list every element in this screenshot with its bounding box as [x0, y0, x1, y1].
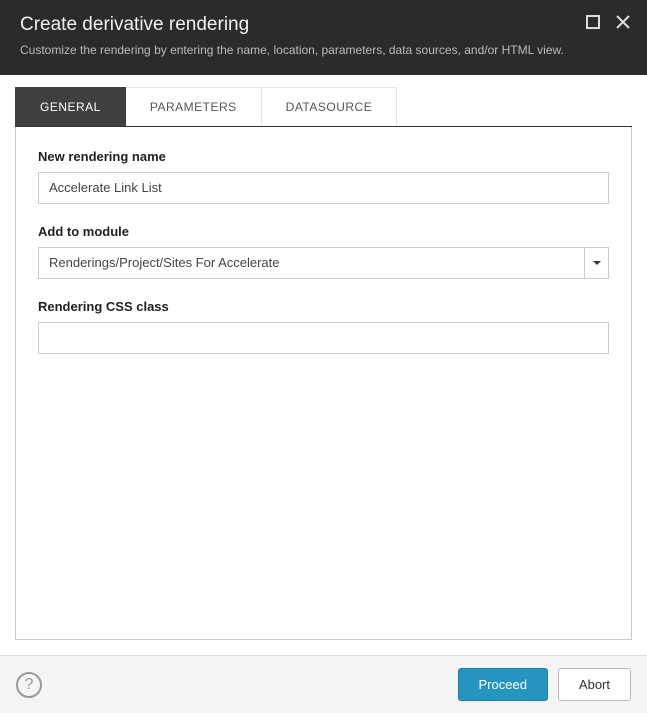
proceed-button[interactable]: Proceed [458, 668, 548, 701]
tab-datasource[interactable]: DATASOURCE [262, 87, 398, 126]
rendering-name-group: New rendering name [38, 149, 609, 204]
rendering-name-label: New rendering name [38, 149, 609, 164]
rendering-name-input[interactable] [38, 172, 609, 204]
module-dropdown [38, 247, 609, 279]
module-input[interactable] [38, 247, 585, 279]
tab-general[interactable]: GENERAL [15, 87, 126, 126]
tab-parameters[interactable]: PARAMETERS [126, 87, 262, 126]
abort-button[interactable]: Abort [558, 668, 631, 701]
dialog-subtitle: Customize the rendering by entering the … [20, 42, 627, 59]
window-controls [583, 12, 633, 32]
dialog-footer: ? Proceed Abort [0, 655, 647, 713]
maximize-icon[interactable] [583, 12, 603, 32]
help-button[interactable]: ? [16, 672, 42, 698]
question-mark-icon: ? [25, 676, 34, 694]
tab-bar: GENERAL PARAMETERS DATASOURCE [15, 87, 632, 127]
module-label: Add to module [38, 224, 609, 239]
close-icon[interactable] [613, 12, 633, 32]
chevron-down-icon [593, 255, 601, 270]
css-class-input[interactable] [38, 322, 609, 354]
module-dropdown-button[interactable] [585, 247, 609, 279]
css-class-label: Rendering CSS class [38, 299, 609, 314]
module-group: Add to module [38, 224, 609, 279]
dialog-header: Create derivative rendering Customize th… [0, 0, 647, 75]
tab-content: New rendering name Add to module Renderi… [15, 127, 632, 640]
css-class-group: Rendering CSS class [38, 299, 609, 354]
dialog-title: Create derivative rendering [20, 14, 627, 36]
